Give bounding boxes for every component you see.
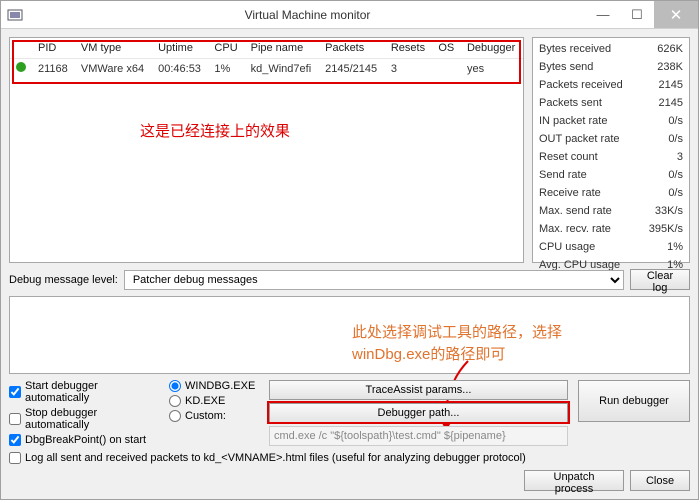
col-debugger[interactable]: Debugger [461, 38, 523, 59]
col-cpu[interactable]: CPU [208, 38, 244, 59]
status-dot-icon [16, 62, 26, 72]
debugger-path-button[interactable]: Debugger path... [269, 403, 568, 423]
table-row[interactable]: 21168 VMWare x64 00:46:53 1% kd_Wind7efi… [10, 59, 523, 79]
debug-level-label: Debug message level: [9, 274, 118, 286]
col-packets[interactable]: Packets [319, 38, 385, 59]
col-uptime[interactable]: Uptime [152, 38, 208, 59]
log-panel[interactable]: 此处选择调试工具的路径，选择 winDbg.exe的路径即可 [9, 296, 690, 374]
close-button[interactable]: ✕ [654, 1, 698, 28]
col-resets[interactable]: Resets [385, 38, 433, 59]
debug-level-row: Debug message level: Patcher debug messa… [9, 269, 690, 290]
stats-panel: Bytes received626K Bytes send238K Packet… [532, 37, 690, 263]
kd-radio[interactable]: KD.EXE [169, 395, 259, 407]
custom-radio[interactable]: Custom: [169, 410, 259, 422]
window-controls: — ☐ ✕ [586, 1, 698, 28]
debug-level-dropdown[interactable]: Patcher debug messages [124, 270, 624, 290]
app-window: Virtual Machine monitor — ☐ ✕ PID VM typ… [0, 0, 699, 500]
app-icon [7, 7, 23, 23]
annotation-connected: 这是已经连接上的效果 [140, 120, 290, 141]
footer-buttons: Unpatch process Close [9, 470, 690, 491]
stop-auto-checkbox[interactable]: Stop debugger automatically [9, 407, 159, 431]
annotation-path-1: 此处选择调试工具的路径，选择 [352, 321, 562, 342]
col-os[interactable]: OS [432, 38, 461, 59]
col-vmtype[interactable]: VM type [75, 38, 152, 59]
col-pid[interactable]: PID [32, 38, 75, 59]
run-debugger-button[interactable]: Run debugger [578, 380, 690, 422]
col-pipe[interactable]: Pipe name [245, 38, 320, 59]
windbg-radio[interactable]: WINDBG.EXE [169, 380, 259, 392]
start-auto-checkbox[interactable]: Start debugger automatically [9, 380, 159, 404]
options-row: Start debugger automatically Stop debugg… [9, 380, 690, 446]
vm-list-panel: PID VM type Uptime CPU Pipe name Packets… [9, 37, 524, 263]
minimize-button[interactable]: — [586, 1, 620, 28]
close-dialog-button[interactable]: Close [630, 470, 690, 491]
custom-command-input[interactable] [269, 426, 568, 446]
trace-assist-button[interactable]: TraceAssist params... [269, 380, 568, 400]
vm-table: PID VM type Uptime CPU Pipe name Packets… [10, 38, 523, 78]
logall-checkbox[interactable]: Log all sent and received packets to kd_… [9, 452, 526, 464]
unpatch-button[interactable]: Unpatch process [524, 470, 624, 491]
maximize-button[interactable]: ☐ [620, 1, 654, 28]
dbgbreak-checkbox[interactable]: DbgBreakPoint() on start [9, 434, 159, 446]
titlebar: Virtual Machine monitor — ☐ ✕ [1, 1, 698, 29]
content-area: PID VM type Uptime CPU Pipe name Packets… [1, 29, 698, 499]
window-title: Virtual Machine monitor [29, 8, 586, 22]
clear-log-button[interactable]: Clear log [630, 269, 690, 290]
annotation-path-2: winDbg.exe的路径即可 [352, 343, 505, 364]
